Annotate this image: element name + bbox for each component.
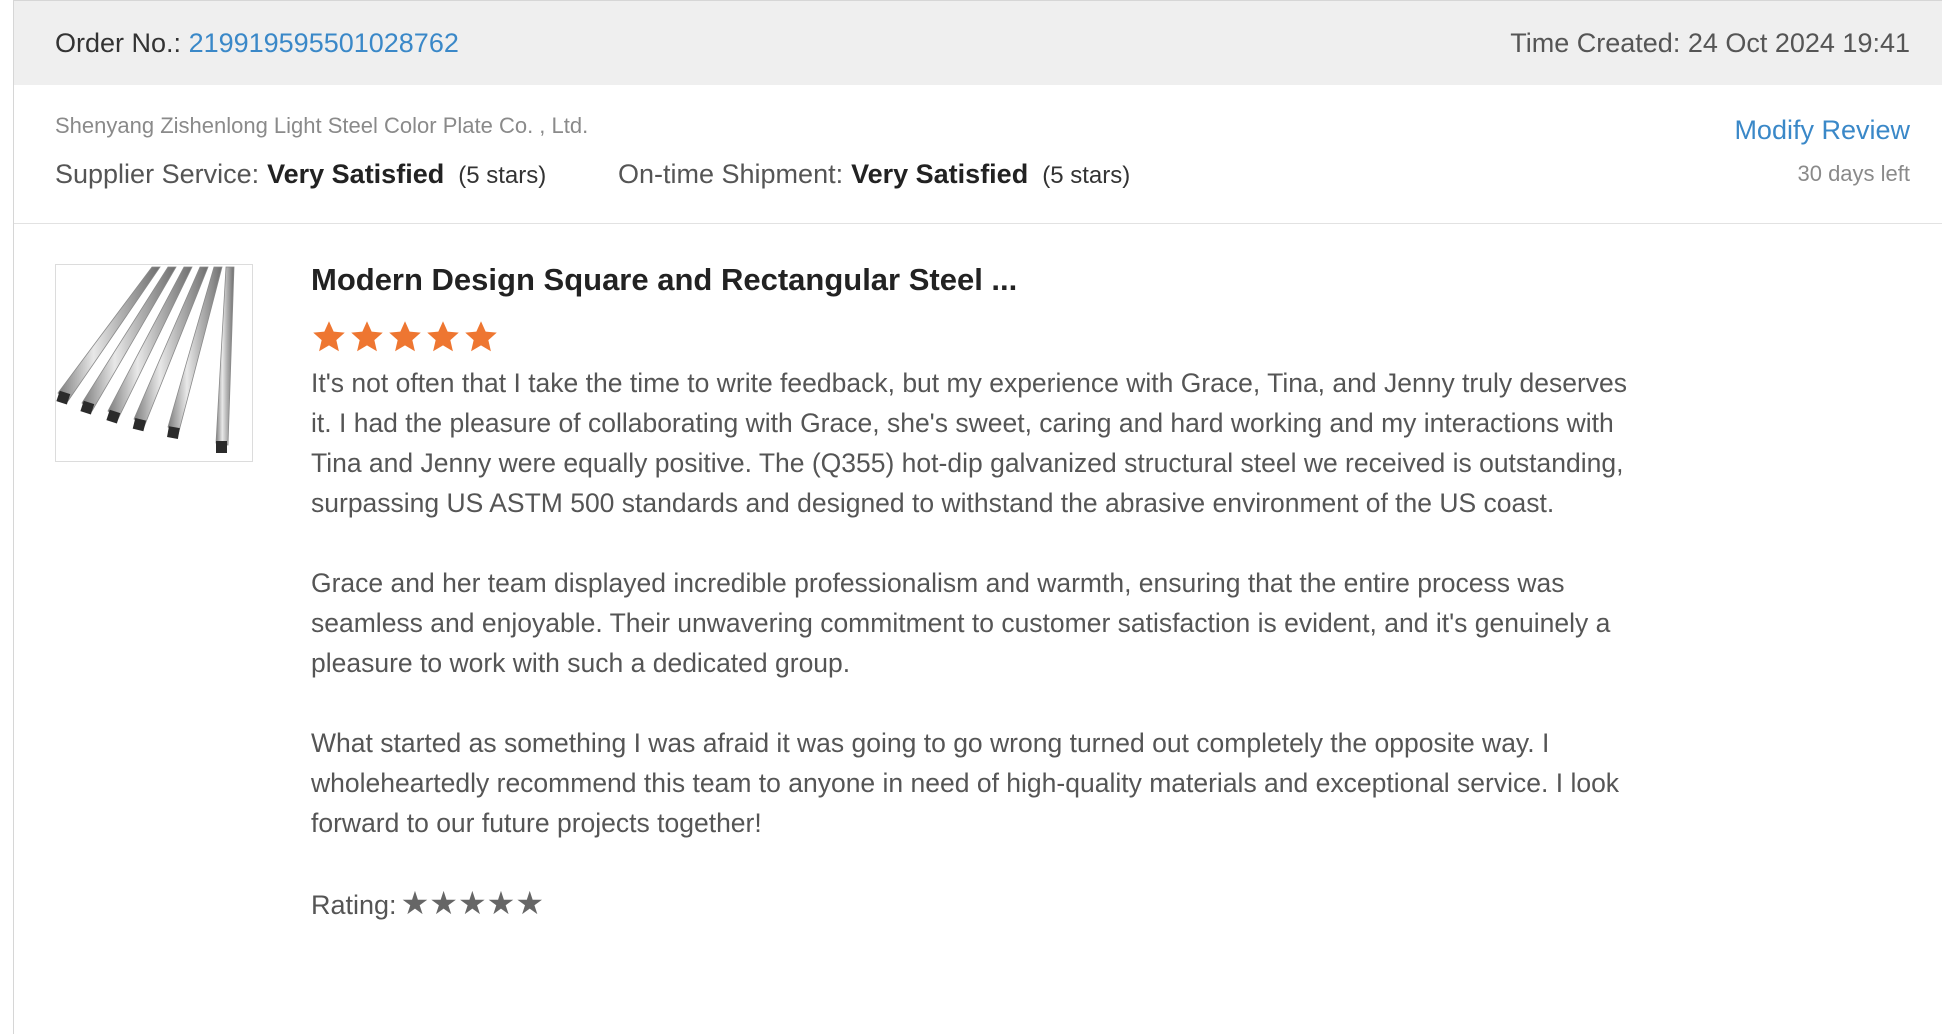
- steel-tubes-image: [56, 266, 235, 453]
- star-icon: [351, 321, 383, 352]
- shipment-stars: (5 stars): [1042, 162, 1131, 189]
- review-card: Order No.: 219919595501028762 Time Creat…: [13, 0, 1942, 1034]
- review-paragraph: What started as something I was afraid i…: [311, 728, 1620, 838]
- order-number-label: Order No.:: [55, 28, 182, 58]
- star-icon: [465, 321, 497, 352]
- shipment-value: Very Satisfied: [851, 159, 1029, 189]
- shipment-rating: On-time Shipment: Very Satisfied (5 stars): [618, 159, 1130, 190]
- review-paragraph: Grace and her team displayed incredible …: [311, 568, 1611, 678]
- shipment-label: On-time Shipment:: [618, 159, 844, 189]
- product-star-rating: [311, 319, 1631, 355]
- order-header: Order No.: 219919595501028762 Time Creat…: [14, 1, 1942, 85]
- product-thumbnail[interactable]: [55, 264, 253, 462]
- star-icon: [313, 321, 345, 352]
- rating-stars: ★★★★★: [400, 885, 544, 921]
- supplier-rating-row: Shenyang Zishenlong Light Steel Color Pl…: [14, 85, 1942, 224]
- star-icon: [427, 321, 459, 352]
- product-title[interactable]: Modern Design Square and Rectangular Ste…: [311, 259, 1631, 301]
- supplier-name: Shenyang Zishenlong Light Steel Color Pl…: [55, 113, 589, 138]
- rating-label: Rating:: [311, 890, 397, 920]
- supplier-service-stars: (5 stars): [458, 162, 547, 189]
- days-left: 30 days left: [1797, 161, 1910, 186]
- review-paragraph: It's not often that I take the time to w…: [311, 368, 1628, 518]
- time-created: Time Created: 24 Oct 2024 19:41: [1510, 28, 1910, 58]
- supplier-service-label: Supplier Service:: [55, 159, 260, 189]
- supplier-service-rating: Supplier Service: Very Satisfied (5 stars): [55, 159, 546, 190]
- review-text: It's not often that I take the time to w…: [311, 363, 1631, 843]
- order-number-link[interactable]: 219919595501028762: [189, 28, 459, 58]
- star-icon: [389, 321, 421, 352]
- modify-review-link[interactable]: Modify Review: [1734, 115, 1910, 146]
- rating-footer: Rating: ★★★★★: [311, 883, 1631, 925]
- review-content: Modern Design Square and Rectangular Ste…: [311, 259, 1631, 925]
- order-number-line: Order No.: 219919595501028762: [55, 28, 459, 59]
- supplier-service-value: Very Satisfied: [267, 159, 445, 189]
